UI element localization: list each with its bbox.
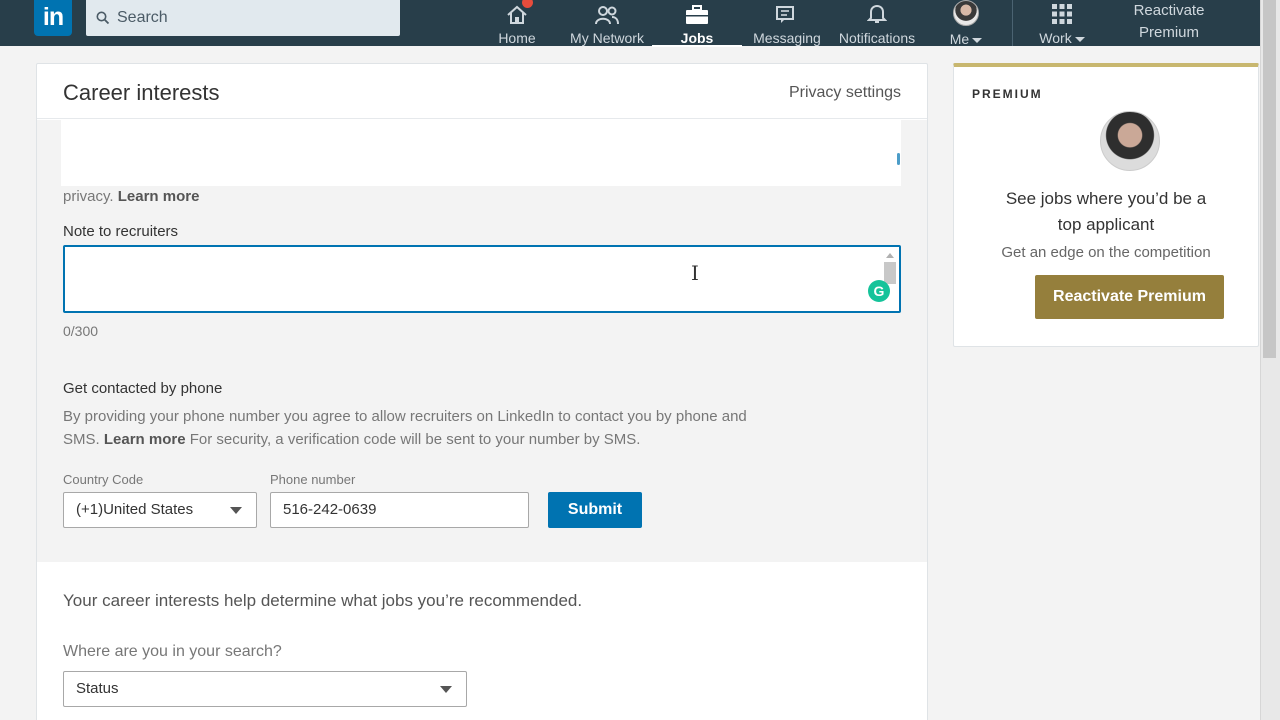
top-nav: in Search Home My Network Jobs Messaging [0, 0, 1260, 47]
premium-promo-card: PREMIUM See jobs where you’d be a top ap… [953, 63, 1259, 347]
card-header: Career interests Privacy settings [37, 64, 927, 119]
premium-headline-line-2: top applicant [1057, 215, 1155, 234]
collapsed-panel [61, 120, 901, 186]
search-placeholder: Search [117, 9, 168, 26]
premium-headline-line-1: See jobs where you’d be a [1005, 189, 1207, 208]
note-to-recruiters-label: Note to recruiters [63, 223, 179, 240]
panel-edge-mark [897, 153, 900, 165]
recruiter-settings-section: privacy. Learn more Note to recruiters I… [37, 120, 927, 562]
nav-my-network[interactable]: My Network [568, 0, 646, 46]
reactivate-premium-button[interactable]: Reactivate Premium [1035, 275, 1224, 319]
avatar [1100, 111, 1160, 171]
country-code-select[interactable]: (+1)United States [63, 492, 257, 528]
nav-me[interactable]: Me [944, 0, 988, 47]
career-interests-card: Career interests Privacy settings privac… [36, 63, 928, 720]
phone-description: By providing your phone number you agree… [63, 405, 783, 451]
privacy-learn-more-link[interactable]: Learn more [118, 188, 200, 205]
chevron-down-icon [972, 37, 983, 43]
privacy-text: privacy. [63, 188, 114, 205]
nav-work[interactable]: Work [1036, 0, 1088, 46]
grid-icon [1051, 0, 1073, 25]
linkedin-logo[interactable]: in [34, 0, 72, 36]
status-value: Status [76, 680, 119, 697]
people-icon [593, 0, 621, 25]
reactivate-premium-nav-link[interactable]: Reactivate Premium [1114, 0, 1224, 44]
nav-work-label: Work [1039, 30, 1072, 46]
phone-desc-security: For security, a verification code will b… [189, 431, 641, 448]
nav-notifications-label: Notifications [838, 30, 916, 46]
nav-messaging-label: Messaging [753, 30, 821, 46]
search-input[interactable]: Search [86, 0, 400, 36]
premium-label: PREMIUM [972, 87, 1043, 101]
submit-button[interactable]: Submit [548, 492, 642, 528]
nav-jobs-label: Jobs [680, 30, 714, 46]
phone-section-title: Get contacted by phone [63, 380, 223, 397]
nav-notifications[interactable]: Notifications [836, 0, 918, 46]
chat-icon [775, 0, 799, 25]
chevron-down-icon [230, 507, 242, 514]
home-notification-badge [521, 0, 534, 9]
note-to-recruiters-textarea[interactable]: I G [63, 245, 901, 313]
phone-number-label: Phone number [270, 472, 356, 487]
chevron-down-icon [440, 686, 452, 693]
status-select[interactable]: Status [63, 671, 467, 707]
textarea-scroll-thumb[interactable] [884, 262, 896, 284]
text-cursor-icon: I [691, 261, 699, 285]
nav-me-label: Me [949, 31, 970, 47]
nav-home[interactable]: Home [496, 0, 538, 46]
nav-my-network-label: My Network [570, 30, 644, 46]
page-title: Career interests [63, 80, 220, 105]
avatar [953, 0, 979, 26]
reactivate-line-2: Premium [1138, 24, 1199, 41]
phone-learn-more-link[interactable]: Learn more [104, 431, 186, 448]
search-stage-label: Where are you in your search? [63, 643, 282, 660]
bell-icon [867, 0, 887, 25]
nav-messaging[interactable]: Messaging [752, 0, 822, 46]
briefcase-icon [685, 0, 709, 25]
privacy-settings-link[interactable]: Privacy settings [789, 84, 901, 102]
scroll-up-icon[interactable] [886, 253, 894, 258]
search-icon [96, 11, 110, 25]
grammarly-icon[interactable]: G [868, 280, 890, 302]
page-scrollbar-thumb[interactable] [1263, 0, 1276, 358]
recommendation-note: Your career interests help determine wha… [63, 591, 583, 610]
phone-number-input[interactable]: 516-242-0639 [270, 492, 529, 528]
character-counter: 0/300 [63, 323, 99, 339]
reactivate-line-1: Reactivate [1133, 2, 1205, 19]
country-code-label: Country Code [63, 472, 144, 487]
nav-home-label: Home [498, 30, 536, 46]
premium-headline: See jobs where you’d be a top applicant [954, 186, 1258, 238]
premium-subtext: Get an edge on the competition [1001, 244, 1211, 261]
country-code-value: (+1)United States [76, 501, 194, 518]
nav-divider [1012, 0, 1013, 46]
chevron-down-icon [1074, 36, 1085, 42]
nav-jobs[interactable]: Jobs [652, 0, 742, 47]
home-icon [506, 0, 534, 25]
